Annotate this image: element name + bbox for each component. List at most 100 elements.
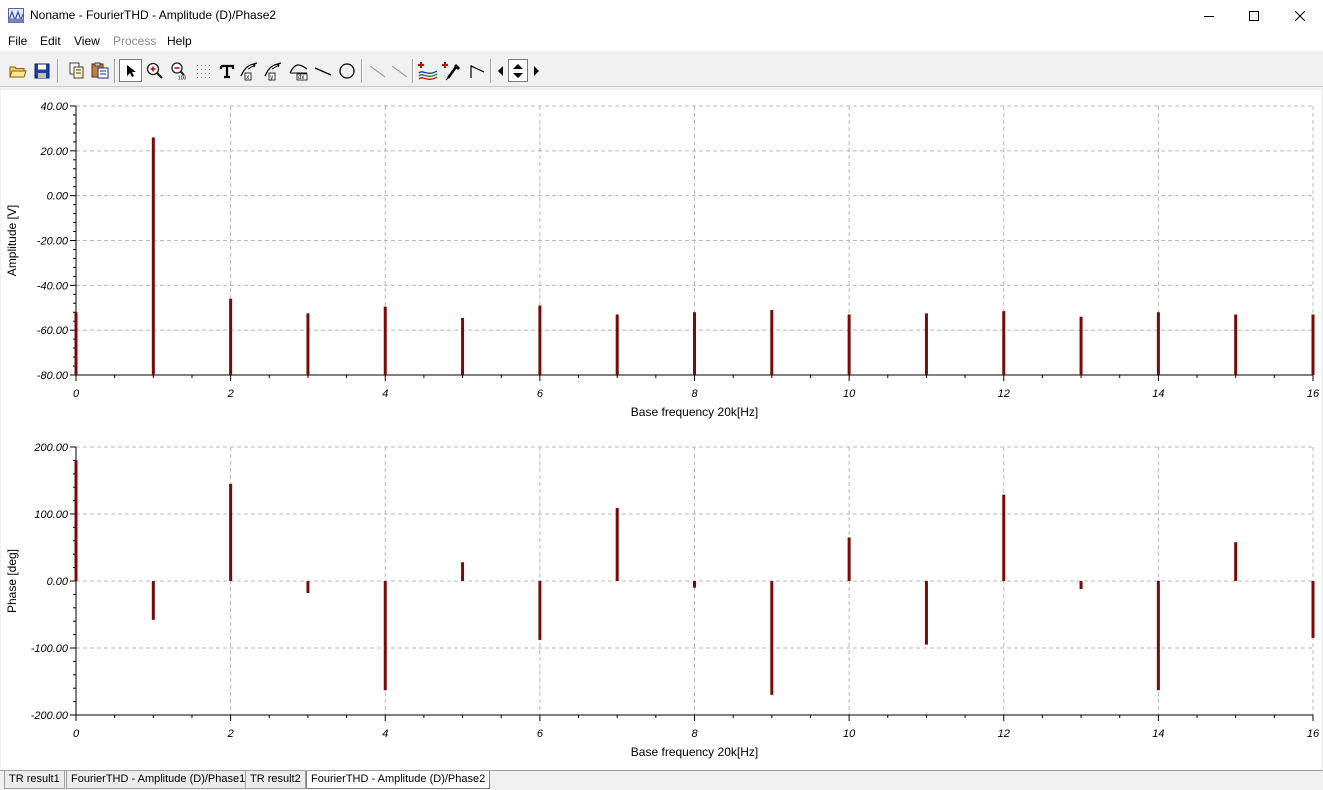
toolbar-separator xyxy=(114,59,116,83)
svg-text:x: x xyxy=(246,75,249,81)
svg-text:100: 100 xyxy=(178,75,187,80)
menu-file[interactable]: File xyxy=(8,34,27,48)
grid-icon xyxy=(196,64,210,78)
chart1-y-tick-label: -80.00 xyxy=(37,370,69,382)
scroll-up-down-button[interactable] xyxy=(508,59,528,82)
peak-icon xyxy=(469,64,484,78)
chart2-x-tick-label: 8 xyxy=(691,728,698,740)
open-folder-icon xyxy=(8,66,27,77)
curve-label-2-button[interactable]: y xyxy=(262,59,285,82)
copy-button[interactable] xyxy=(64,59,87,82)
menu-edit[interactable]: Edit xyxy=(40,34,61,48)
chart1-y-tick-label: 20.00 xyxy=(39,146,68,158)
toolbar-separator xyxy=(412,59,414,83)
maximize-button[interactable] xyxy=(1231,0,1277,31)
scroll-left-button[interactable] xyxy=(494,59,507,82)
save-icon xyxy=(34,63,49,78)
chart1-y-tick-label: -20.00 xyxy=(37,236,69,248)
chart2-x-tick-label: 0 xyxy=(73,728,80,740)
chart1-y-tick-label: 40.00 xyxy=(40,101,68,113)
chart1-x-axis-label: Base frequency 20k[Hz] xyxy=(631,405,758,419)
chart1-x-tick-label: 10 xyxy=(843,388,856,400)
chart2-x-tick-label: 16 xyxy=(1307,728,1320,740)
scroll-right-button[interactable] xyxy=(529,59,542,82)
chart1-x-tick-label: 16 xyxy=(1307,388,1320,400)
grid-button[interactable] xyxy=(191,59,214,82)
add-marker-button[interactable] xyxy=(440,59,463,82)
chart2-y-tick-label: -100.00 xyxy=(31,643,69,655)
title-bar[interactable]: Noname - FourierTHD - Amplitude (D)/Phas… xyxy=(0,0,1323,31)
chart1-x-tick-label: 6 xyxy=(537,388,544,400)
chart2-y-tick-label: 100.00 xyxy=(34,509,69,521)
add-marker-icon xyxy=(441,61,460,80)
line-tool-button[interactable] xyxy=(311,59,334,82)
menu-process[interactable]: Process xyxy=(113,34,156,48)
circle-tool-button[interactable] xyxy=(335,59,358,82)
add-curve-icon xyxy=(417,61,437,80)
pointer-tool-button[interactable] xyxy=(119,59,142,82)
tab-fourier-phase2[interactable]: FourierTHD - Amplitude (D)/Phase2 xyxy=(306,771,491,789)
curve-label-3-button[interactable]: dx xyxy=(287,59,310,82)
document-tabs: TR result1 FourierTHD - Amplitude (D)/Ph… xyxy=(0,770,1323,790)
chart2-x-tick-label: 6 xyxy=(537,728,544,740)
copy-icon xyxy=(69,62,83,79)
tab-tr-result2[interactable]: TR result2 xyxy=(245,771,306,789)
chart2-y-axis-label: Phase [deg] xyxy=(5,549,19,613)
paste-button[interactable] xyxy=(88,59,111,82)
tab-tr-result1[interactable]: TR result1 xyxy=(4,771,65,789)
minimize-icon xyxy=(1204,15,1214,17)
window-title: Noname - FourierTHD - Amplitude (D)/Phas… xyxy=(30,8,277,22)
text-tool-button[interactable] xyxy=(215,59,238,82)
peak-button[interactable] xyxy=(466,59,489,82)
slope-2-button[interactable] xyxy=(388,59,411,82)
menu-view[interactable]: View xyxy=(74,34,100,48)
arrow-left-icon xyxy=(497,65,503,76)
zoom-in-button[interactable] xyxy=(143,59,166,82)
tab-fourier-phase1[interactable]: FourierTHD - Amplitude (D)/Phase1 xyxy=(66,771,251,789)
chart2-y-tick-label: -200.00 xyxy=(31,710,69,722)
chart2-x-tick-label: 10 xyxy=(843,728,856,740)
chart1-y-tick-label: 0.00 xyxy=(47,191,69,203)
save-button[interactable] xyxy=(30,59,53,82)
chart1-x-tick-label: 2 xyxy=(227,388,234,400)
circle-icon xyxy=(338,62,355,79)
chart1-y-axis-label: Amplitude [V] xyxy=(5,205,19,276)
slope-button[interactable] xyxy=(366,59,389,82)
close-button[interactable] xyxy=(1277,0,1323,31)
text-icon xyxy=(219,64,234,78)
toolbar-separator xyxy=(490,59,492,83)
menu-bar: File Edit View Process Help xyxy=(0,31,1323,51)
curve-label-3-icon: dx xyxy=(288,63,307,81)
curve-label-icon: x xyxy=(239,61,257,81)
plot-area: 40.00 20.00 0.00 -20.00 -40.00 -60.00 -80.00 0 2… xyxy=(1,90,1321,770)
chart1-y-tick-label: -60.00 xyxy=(37,325,69,337)
chart2-x-tick-label: 14 xyxy=(1152,728,1164,740)
pointer-icon xyxy=(126,64,136,77)
slope-icon xyxy=(369,65,385,77)
chart2-x-tick-label: 4 xyxy=(382,728,388,740)
chart1-x-tick-label: 0 xyxy=(73,388,80,400)
chart1-y-tick-label: -40.00 xyxy=(37,280,69,292)
zoom-100-icon: 100 xyxy=(170,61,187,80)
toolbar-separator xyxy=(361,59,363,83)
close-icon xyxy=(1295,10,1305,21)
chart2-x-tick-label: 2 xyxy=(227,728,234,740)
app-window: Noname - FourierTHD - Amplitude (D)/Phas… xyxy=(0,0,1323,790)
open-button[interactable] xyxy=(6,59,29,82)
slope-2-icon xyxy=(391,65,407,77)
curve-label-2-icon: y xyxy=(263,61,281,81)
chart1-x-tick-label: 4 xyxy=(382,388,388,400)
menu-help[interactable]: Help xyxy=(167,34,192,48)
chart1-x-tick-label: 12 xyxy=(998,388,1010,400)
toolbar: 100 x y dx xyxy=(0,55,1323,87)
zoom-in-icon xyxy=(146,62,163,79)
add-curve-button[interactable] xyxy=(416,59,439,82)
app-icon xyxy=(8,8,24,23)
chart2-x-tick-label: 12 xyxy=(998,728,1010,740)
svg-text:dx: dx xyxy=(298,75,304,81)
zoom-100-button[interactable]: 100 xyxy=(167,59,190,82)
minimize-button[interactable] xyxy=(1186,0,1232,31)
line-icon xyxy=(314,66,331,76)
curve-label-button[interactable]: x xyxy=(238,59,261,82)
chart2-y-tick-label: 0.00 xyxy=(47,576,69,588)
